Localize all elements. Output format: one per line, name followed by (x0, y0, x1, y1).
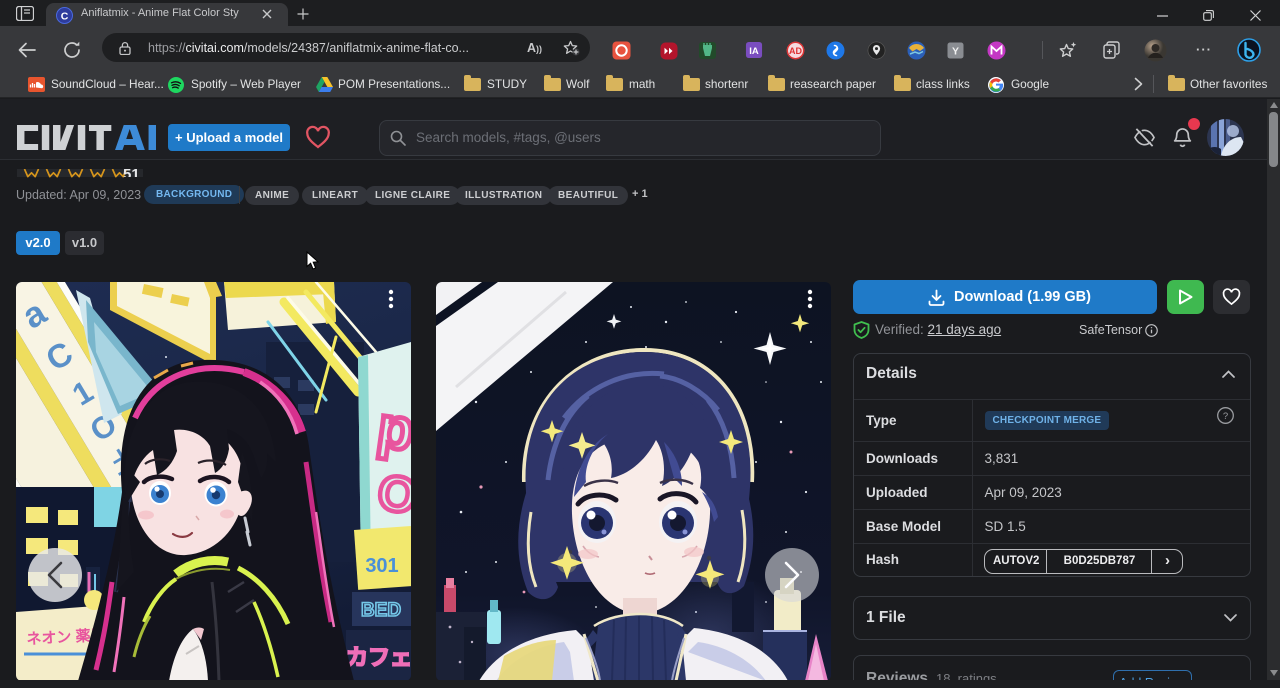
svg-text:カフェ: カフェ (346, 645, 411, 670)
svg-text:?: ? (1223, 411, 1228, 422)
svg-text:Y: Y (952, 46, 959, 58)
svg-text:AD: AD (789, 46, 802, 56)
svg-text:301: 301 (365, 555, 398, 577)
svg-text:BED: BED (361, 600, 401, 621)
svg-text:IA: IA (749, 46, 759, 57)
svg-text:C: C (61, 11, 69, 23)
